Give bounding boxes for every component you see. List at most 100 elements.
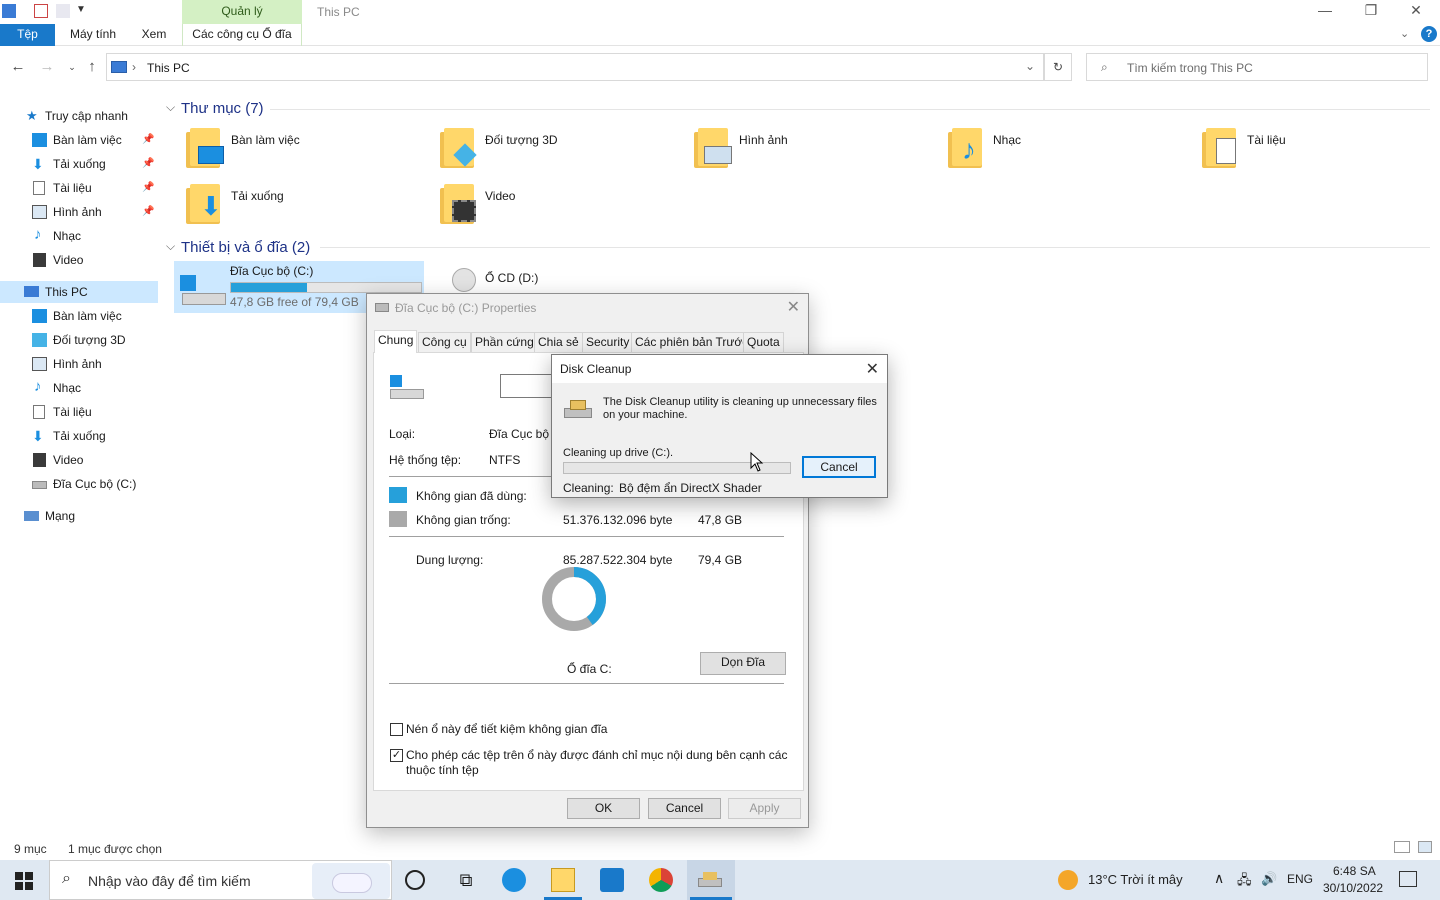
minimize-button[interactable]: — bbox=[1302, 2, 1348, 22]
windows-start-icon[interactable] bbox=[15, 872, 33, 890]
ribbon-expand-icon[interactable]: ⌄ bbox=[1400, 27, 1409, 40]
up-button[interactable]: ↑ bbox=[82, 57, 102, 77]
chrome-icon[interactable] bbox=[649, 868, 673, 892]
folder-label[interactable]: Tài liệu bbox=[1247, 133, 1286, 147]
selected-count: 1 mục được chọn bbox=[68, 842, 162, 856]
tab-drive-tools[interactable]: Các công cụ Ổ đĩa bbox=[182, 24, 302, 46]
free-space-gb: 47,8 GB bbox=[698, 513, 743, 527]
folders-group-header[interactable]: Thư mục (7) bbox=[181, 100, 264, 117]
close-button[interactable]: ✕ bbox=[1393, 2, 1439, 22]
drive-c-free-text: 47,8 GB free of 79,4 GB bbox=[230, 295, 359, 309]
cd-drive-icon[interactable] bbox=[452, 268, 476, 292]
computer-icon[interactable] bbox=[2, 4, 16, 18]
network-tray-icon[interactable]: 🖧 bbox=[1237, 871, 1252, 893]
index-label: Cho phép các tệp trên ổ này được đánh ch… bbox=[406, 748, 788, 777]
file-explorer-icon[interactable] bbox=[551, 868, 575, 892]
folder-label[interactable]: Tải xuống bbox=[231, 189, 284, 203]
cleaning-label: Cleaning: bbox=[563, 481, 614, 495]
back-button[interactable]: ← bbox=[8, 57, 28, 77]
network-icon bbox=[24, 511, 39, 521]
close-icon[interactable]: ✕ bbox=[787, 297, 800, 317]
disk-cleanup-button[interactable]: Dọn Đĩa bbox=[700, 652, 786, 675]
tab-sharing[interactable]: Chia sẻ bbox=[534, 332, 583, 352]
pin-icon: 📌 bbox=[142, 134, 155, 145]
help-icon[interactable]: ? bbox=[1421, 26, 1437, 42]
language-indicator[interactable]: ENG bbox=[1287, 872, 1313, 886]
index-checkbox[interactable]: ✓ bbox=[390, 749, 403, 762]
show-hidden-icons-icon[interactable]: ∧ bbox=[1214, 870, 1224, 887]
folder-documents-icon[interactable] bbox=[1202, 128, 1242, 168]
large-icons-view-icon[interactable] bbox=[1418, 841, 1432, 853]
refresh-button[interactable]: ↻ bbox=[1044, 53, 1072, 81]
search-input[interactable]: Tìm kiếm trong This PC bbox=[1127, 61, 1253, 75]
close-icon[interactable]: ✕ bbox=[866, 359, 879, 379]
tab-tools[interactable]: Công cụ bbox=[418, 332, 471, 352]
pin-icon: 📌 bbox=[142, 158, 155, 169]
taskbar-search-input[interactable]: Nhập vào đây để tìm kiếm bbox=[88, 873, 251, 889]
folder-label[interactable]: Bàn làm việc bbox=[231, 133, 300, 147]
folder-label[interactable]: Hình ảnh bbox=[739, 133, 788, 147]
edge-icon[interactable] bbox=[502, 868, 526, 892]
cleanup-message: The Disk Cleanup utility is cleaning up … bbox=[603, 396, 877, 421]
tab-security[interactable]: Security bbox=[582, 332, 634, 352]
windows-drive-icon bbox=[390, 375, 426, 401]
collapse-chevron-icon[interactable]: ⌵ bbox=[166, 239, 175, 254]
folder-label[interactable]: Đối tượng 3D bbox=[485, 133, 558, 147]
cancel-button[interactable]: Cancel bbox=[648, 798, 721, 819]
star-icon: ★ bbox=[26, 108, 38, 123]
drive-usage-bar bbox=[230, 282, 422, 293]
properties-icon[interactable] bbox=[34, 4, 48, 18]
address-dropdown-icon[interactable]: ⌄ bbox=[1025, 59, 1035, 73]
store-icon[interactable] bbox=[600, 868, 624, 892]
taskbar-search[interactable]: ⌕ Nhập vào đây để tìm kiếm bbox=[49, 860, 392, 900]
tab-previous-versions[interactable]: Các phiên bản Trước bbox=[631, 332, 753, 352]
recent-locations-icon[interactable]: ⌄ bbox=[62, 57, 82, 77]
breadcrumb[interactable]: This PC bbox=[147, 61, 190, 75]
details-view-icon[interactable] bbox=[1394, 841, 1410, 853]
clock-date[interactable]: 30/10/2022 bbox=[1323, 881, 1383, 895]
weather-icon[interactable] bbox=[1058, 870, 1078, 890]
tab-quota[interactable]: Quota bbox=[743, 332, 784, 352]
apply-button[interactable]: Apply bbox=[728, 798, 801, 819]
volume-icon[interactable]: 🔊 bbox=[1261, 871, 1277, 887]
folder-videos-icon[interactable] bbox=[440, 184, 480, 224]
document-icon bbox=[33, 405, 45, 419]
folder-desktop-icon[interactable] bbox=[186, 128, 226, 168]
folder-downloads-icon[interactable]: ⬇ bbox=[186, 184, 226, 224]
weather-text[interactable]: 13°C Trời ít mây bbox=[1088, 872, 1183, 887]
qa-dropdown-icon[interactable]: ▼ bbox=[76, 4, 86, 15]
compress-checkbox[interactable] bbox=[390, 723, 403, 736]
tab-computer[interactable]: Máy tính bbox=[64, 24, 122, 46]
devices-group-header[interactable]: Thiết bị và ổ đĩa (2) bbox=[181, 239, 310, 256]
address-bar[interactable]: › This PC ⌄ bbox=[106, 53, 1044, 81]
search-highlight-image bbox=[312, 863, 390, 899]
notification-icon[interactable] bbox=[1399, 871, 1417, 887]
this-pc-icon bbox=[111, 61, 127, 73]
folder-label[interactable]: Video bbox=[485, 189, 515, 203]
folder-label[interactable]: Nhạc bbox=[993, 133, 1021, 147]
cortana-icon[interactable] bbox=[405, 870, 425, 890]
new-folder-icon[interactable] bbox=[56, 4, 70, 18]
maximize-button[interactable]: ❐ bbox=[1348, 2, 1394, 22]
collapse-chevron-icon[interactable]: ⌵ bbox=[166, 100, 175, 115]
tab-file[interactable]: Tệp bbox=[0, 24, 55, 46]
search-box[interactable]: ⌕ Tìm kiếm trong This PC bbox=[1086, 53, 1428, 81]
task-view-icon[interactable]: ⧉ bbox=[454, 868, 478, 892]
sidebar-label: Hình ảnh bbox=[53, 357, 102, 371]
folder-music-icon[interactable]: ♪ bbox=[948, 128, 988, 168]
cleaning-item: Bộ đệm ẩn DirectX Shader bbox=[619, 481, 762, 495]
sidebar-label: Truy cập nhanh bbox=[45, 109, 128, 123]
tab-hardware[interactable]: Phần cứng bbox=[471, 332, 538, 352]
clock-time[interactable]: 6:48 SA bbox=[1333, 864, 1376, 878]
sidebar-label: Tài liệu bbox=[53, 405, 92, 419]
disk-cleanup-taskbar-icon[interactable] bbox=[698, 868, 722, 892]
cleanup-cancel-button[interactable]: Cancel bbox=[802, 456, 876, 478]
folder-3d-objects-icon[interactable] bbox=[440, 128, 480, 168]
drive-d-name[interactable]: Ổ CD (D:) bbox=[485, 271, 538, 285]
tab-general[interactable]: Chung bbox=[374, 330, 418, 353]
folder-pictures-icon[interactable] bbox=[694, 128, 734, 168]
search-icon: ⌕ bbox=[62, 870, 71, 887]
ok-button[interactable]: OK bbox=[567, 798, 640, 819]
forward-button[interactable]: → bbox=[37, 57, 57, 77]
tab-view[interactable]: Xem bbox=[137, 24, 171, 46]
